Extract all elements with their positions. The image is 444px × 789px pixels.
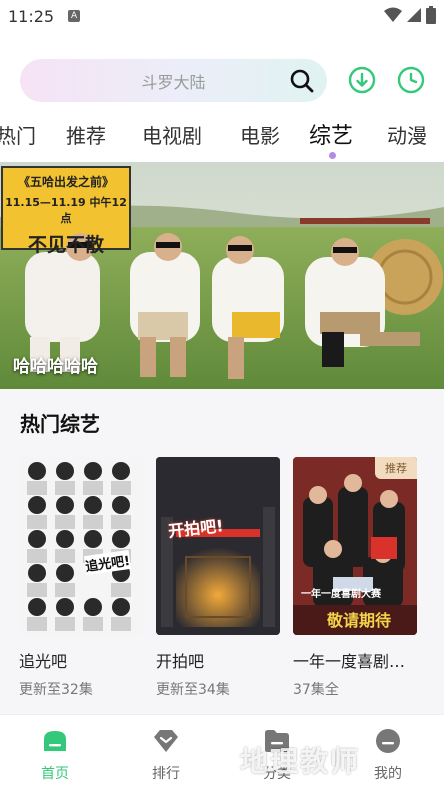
tab-tv-series[interactable]: 电视剧 [142,120,202,149]
show-episode-status: 37集全 [293,682,339,698]
wifi-icon [384,7,402,22]
banner-sign-title: 《五哈出发之前》 [17,175,114,189]
home-icon[interactable] [41,727,69,755]
ranking-icon[interactable] [152,727,180,755]
nav-ranking-label[interactable]: 排行 [152,763,180,783]
nav-profile[interactable]: 我的 [358,727,418,783]
section-title: 热门综艺 [20,412,100,436]
featured-banner[interactable]: 《五哈出发之前》 11.15—11.19 中午12点 不见不散 哈哈哈哈哈 [0,162,444,389]
show-card[interactable]: 开拍吧! 开拍吧 更新至34集 [156,457,280,699]
status-bar: 11:25 A [0,0,444,32]
signal-icon [407,8,421,22]
nav-profile-label[interactable]: 我的 [374,763,402,783]
poster-text: 敬请期待 [327,611,392,630]
show-episode-status: 更新至32集 [19,682,93,698]
tab-variety[interactable]: 综艺 [309,118,353,150]
search-icon[interactable] [289,68,315,94]
show-title[interactable]: 一年一度喜剧… [293,648,417,672]
poster-text-top: 一年一度喜剧大赛 [301,589,381,600]
show-poster[interactable]: 一年一度喜剧大赛 敬请期待 推荐 [293,457,417,635]
active-tab-indicator [329,152,336,159]
show-card[interactable]: 一年一度喜剧大赛 敬请期待 推荐 一年一度喜剧… 37集全 [293,457,417,699]
banner-sign-date: 11.15—11.19 中午12点 [5,196,127,225]
tab-recommend[interactable]: 推荐 [66,120,106,149]
status-icons [384,6,436,24]
show-card[interactable]: 追光吧! 追光吧 更新至32集 [19,457,143,699]
banner-caption: 哈哈哈哈哈 [13,357,98,377]
battery-icon [426,6,436,24]
show-episode-status: 更新至34集 [156,682,230,698]
poster-image [19,457,143,635]
banner-sign-slogan: 不见不散 [27,234,104,256]
status-time: 11:25 [8,6,55,26]
show-poster[interactable]: 开拍吧! [156,457,280,635]
tab-movies[interactable]: 电影 [240,120,280,149]
nav-home-label[interactable]: 首页 [41,763,69,783]
show-title[interactable]: 追光吧 [19,648,143,672]
show-title[interactable]: 开拍吧 [156,648,280,672]
profile-icon[interactable] [374,727,402,755]
notification-icon: A [68,10,81,22]
search-bar[interactable]: 斗罗大陆 [20,59,327,102]
history-icon[interactable] [397,66,425,94]
banner-sign: 《五哈出发之前》 11.15—11.19 中午12点 不见不散 [2,167,130,256]
show-poster[interactable]: 追光吧! [19,457,143,635]
bottom-navigation: 首页 排行 分类 我的 [0,714,444,789]
download-icon[interactable] [348,66,376,94]
nav-ranking[interactable]: 排行 [136,727,196,783]
poster-image [156,457,280,635]
search-input[interactable]: 斗罗大陆 [141,69,205,93]
category-tabs: 热门 推荐 电视剧 电影 综艺 动漫 [0,112,444,162]
tab-hot[interactable]: 热门 [0,120,36,149]
watermark: 地理教师 [240,745,361,778]
recommend-badge: 推荐 [375,457,417,479]
nav-home[interactable]: 首页 [25,727,85,783]
tab-anime[interactable]: 动漫 [387,120,427,149]
